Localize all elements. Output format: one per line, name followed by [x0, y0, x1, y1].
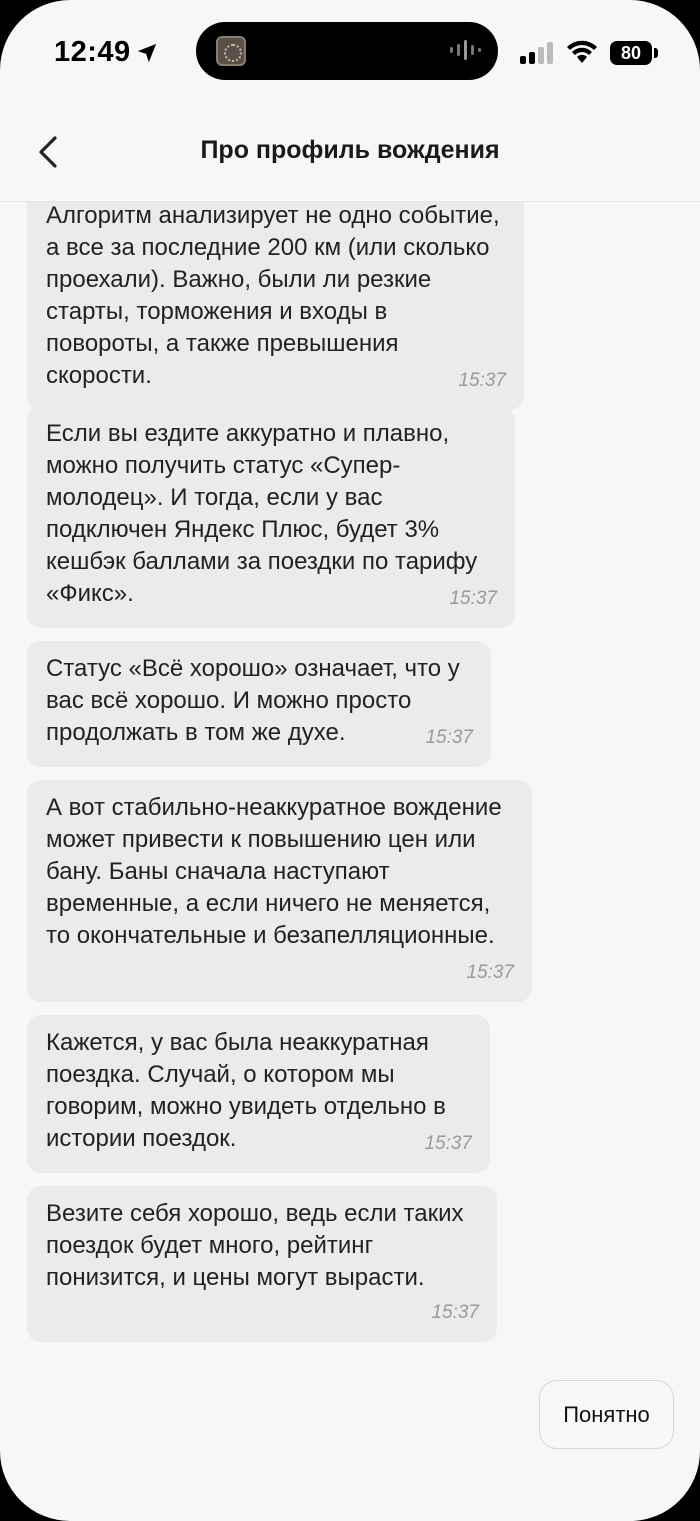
- page-title: Про профиль вождения: [200, 136, 500, 164]
- message-text: Алгоритм анализирует не одно событие, а …: [46, 202, 500, 389]
- message-bubble: Если вы ездите аккуратно и плавно, можно…: [27, 406, 515, 628]
- location-arrow-icon: [137, 43, 157, 63]
- message-time: 15:37: [466, 962, 514, 983]
- message-text: Статус «Всё хорошо» означает, что у вас …: [46, 655, 460, 746]
- message-time: 15:37: [449, 588, 497, 609]
- message-bubble: Статус «Всё хорошо» означает, что у вас …: [27, 641, 491, 767]
- message-bubble: А вот стабильно-неаккуратное вождение мо…: [27, 780, 532, 1002]
- message-time: 15:37: [458, 370, 506, 391]
- status-time: 12:49: [54, 36, 131, 68]
- message-text: Если вы ездите аккуратно и плавно, можно…: [46, 420, 478, 607]
- message-text: Везите себя хорошо, ведь если таких поез…: [46, 1200, 464, 1291]
- message-text: А вот стабильно-неаккуратное вождение мо…: [46, 794, 502, 949]
- message-bubble: Кажется, у вас была неаккуратная поездка…: [27, 1015, 490, 1173]
- message-bubble: Везите себя хорошо, ведь если таких поез…: [27, 1186, 497, 1342]
- app-activity-icon: [216, 36, 246, 66]
- message-time: 15:37: [424, 1133, 472, 1154]
- nav-header: Про профиль вождения: [0, 110, 700, 202]
- battery-icon: 80: [610, 41, 652, 65]
- status-bar: 12:49 80: [0, 0, 700, 110]
- audio-wave-icon: [450, 40, 481, 60]
- wifi-icon: [567, 40, 597, 63]
- phone-screen: 12:49 80 Про профиль вождения Алгоритм а…: [0, 0, 700, 1521]
- message-time: 15:37: [425, 727, 473, 748]
- message-bubble: Алгоритм анализирует не одно событие, а …: [27, 202, 524, 410]
- signal-icon: [520, 42, 553, 64]
- message-time: 15:37: [431, 1302, 479, 1323]
- ok-button[interactable]: Понятно: [539, 1380, 674, 1449]
- message-text: Кажется, у вас была неаккуратная поездка…: [46, 1029, 446, 1152]
- message-list[interactable]: Алгоритм анализирует не одно событие, а …: [0, 202, 700, 1372]
- battery-tip: [654, 48, 658, 58]
